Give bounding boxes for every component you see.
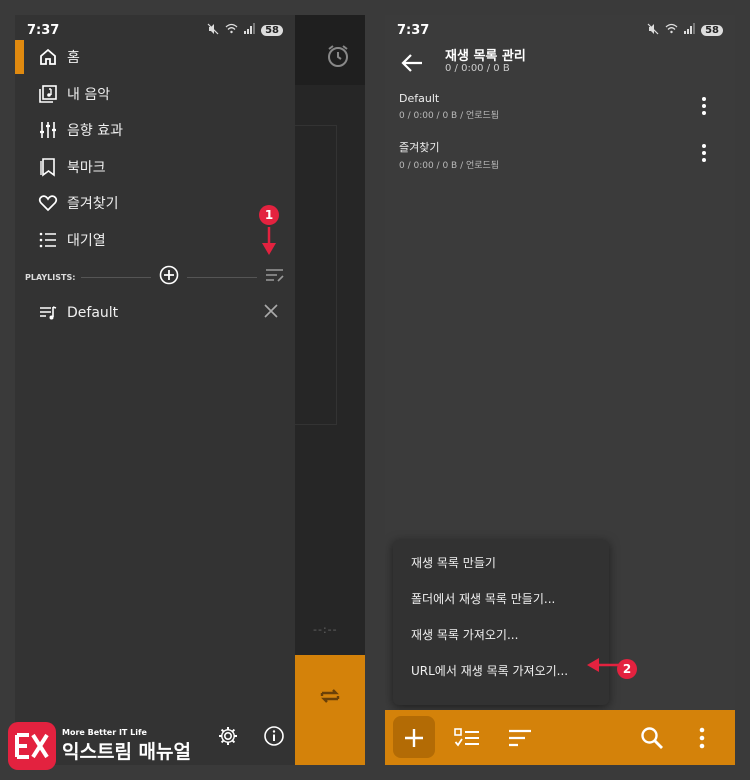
nav-label: 내 음악 [67, 87, 111, 103]
logo-tagline: More Better IT Life [62, 728, 147, 737]
back-arrow-icon[interactable] [401, 53, 423, 77]
status-bar: 7:37 58 [385, 15, 735, 45]
left-phone-screen: --:-- 7:37 58 홈 내 음악 음향 효과 북마크 즐겨찾기 대기열 … [15, 15, 365, 765]
repeat-icon [317, 683, 343, 713]
bottom-toolbar [385, 710, 735, 765]
background-controls [295, 655, 365, 765]
signal-icon [244, 23, 256, 37]
wifi-icon [665, 23, 678, 37]
callout-badge-2: 2 [617, 659, 637, 679]
nav-item-bookmarks[interactable]: 북마크 [15, 149, 295, 185]
nav-item-home[interactable]: 홈 [15, 39, 295, 75]
search-icon[interactable] [630, 710, 674, 765]
logo-badge-icon [8, 722, 56, 770]
playlist-meta: 0 / 0:00 / 0 B / 언로드됨 [399, 111, 500, 121]
nav-label: 즐겨찾기 [67, 196, 119, 212]
more-vert-icon[interactable] [701, 96, 707, 120]
popup-menu: 재생 목록 만들기 폴더에서 재생 목록 만들기... 재생 목록 가져오기..… [393, 540, 609, 705]
settings-icon[interactable] [217, 725, 239, 751]
heart-icon [37, 192, 59, 214]
app-header: 재생 목록 관리 0 / 0:00 / 0 B [385, 45, 735, 85]
menu-item-import-from-url[interactable]: URL에서 재생 목록 가져오기... [411, 662, 568, 679]
logo-title: 익스트림 매뉴얼 [62, 741, 191, 763]
menu-item-create-playlist[interactable]: 재생 목록 만들기 [411, 554, 496, 571]
playlists-header: PLAYLISTS: [25, 265, 285, 289]
background-player: --:-- [295, 15, 365, 765]
site-logo: More Better IT Life 익스트림 매뉴얼 [8, 722, 191, 770]
mute-icon [647, 23, 659, 38]
wifi-icon [225, 23, 238, 37]
menu-item-import-playlist[interactable]: 재생 목록 가져오기... [411, 626, 518, 643]
playlist-item-default[interactable]: Default [15, 295, 295, 331]
nav-label: 음향 효과 [67, 123, 123, 139]
playlist-meta: 0 / 0:00 / 0 B / 언로드됨 [399, 161, 500, 171]
playlist-icon [37, 302, 59, 324]
add-playlist-icon[interactable] [159, 265, 179, 289]
divider [81, 276, 152, 278]
queue-list-icon [37, 229, 59, 251]
callout-badge-1: 1 [259, 205, 279, 225]
playlists-label: PLAYLISTS: [25, 272, 76, 282]
playlist-name: Default [399, 92, 440, 105]
callout-arrow-left [587, 657, 619, 676]
drawer-footer [217, 725, 285, 751]
status-icons: 58 [647, 23, 723, 38]
home-icon [37, 46, 59, 68]
more-vert-icon[interactable] [701, 143, 707, 167]
battery-badge: 58 [701, 24, 723, 36]
edit-playlists-icon[interactable] [265, 267, 285, 287]
status-icons: 58 [207, 23, 283, 38]
background-time: --:-- [313, 623, 338, 636]
page-title: 재생 목록 관리 [445, 49, 526, 64]
alarm-icon [325, 43, 351, 73]
callout-arrow-down [261, 227, 277, 261]
music-library-icon [37, 83, 59, 105]
logo-text: More Better IT Life 익스트림 매뉴얼 [62, 728, 191, 764]
navigation-drawer: 7:37 58 홈 내 음악 음향 효과 북마크 즐겨찾기 대기열 PLAYLI… [15, 15, 295, 765]
playlist-label: Default [67, 305, 119, 321]
playlist-row-default[interactable]: Default 0 / 0:00 / 0 B / 언로드됨 [399, 92, 721, 128]
bookmark-icon [37, 156, 59, 178]
playlist-row-favorites[interactable]: 즐겨찾기 0 / 0:00 / 0 B / 언로드됨 [399, 139, 721, 175]
nav-label: 대기열 [67, 233, 106, 249]
nav-item-my-music[interactable]: 내 음악 [15, 76, 295, 112]
more-vert-icon[interactable] [680, 710, 724, 765]
nav-item-sound-effects[interactable]: 음향 효과 [15, 112, 295, 148]
nav-label: 홈 [67, 50, 80, 66]
menu-item-create-from-folder[interactable]: 폴더에서 재생 목록 만들기... [411, 590, 555, 607]
playlist-name: 즐겨찾기 [399, 141, 440, 154]
nav-item-queue[interactable]: 대기열 [15, 222, 295, 258]
battery-badge: 58 [261, 24, 283, 36]
nav-label: 북마크 [67, 160, 106, 176]
page-subtitle: 0 / 0:00 / 0 B [445, 63, 510, 74]
equalizer-icon [37, 119, 59, 141]
divider [187, 276, 257, 278]
background-art-frame [295, 125, 337, 425]
remove-playlist-icon[interactable] [263, 303, 279, 323]
checklist-icon[interactable] [445, 710, 489, 765]
mute-icon [207, 23, 219, 38]
status-time: 7:37 [27, 22, 60, 38]
nav-item-favorites[interactable]: 즐겨찾기 [15, 185, 295, 221]
right-phone-screen: 7:37 58 재생 목록 관리 0 / 0:00 / 0 B Default … [385, 15, 735, 765]
add-icon[interactable] [392, 710, 436, 765]
info-icon[interactable] [263, 725, 285, 751]
signal-icon [684, 23, 696, 37]
sort-icon[interactable] [498, 710, 542, 765]
status-time: 7:37 [397, 22, 430, 38]
